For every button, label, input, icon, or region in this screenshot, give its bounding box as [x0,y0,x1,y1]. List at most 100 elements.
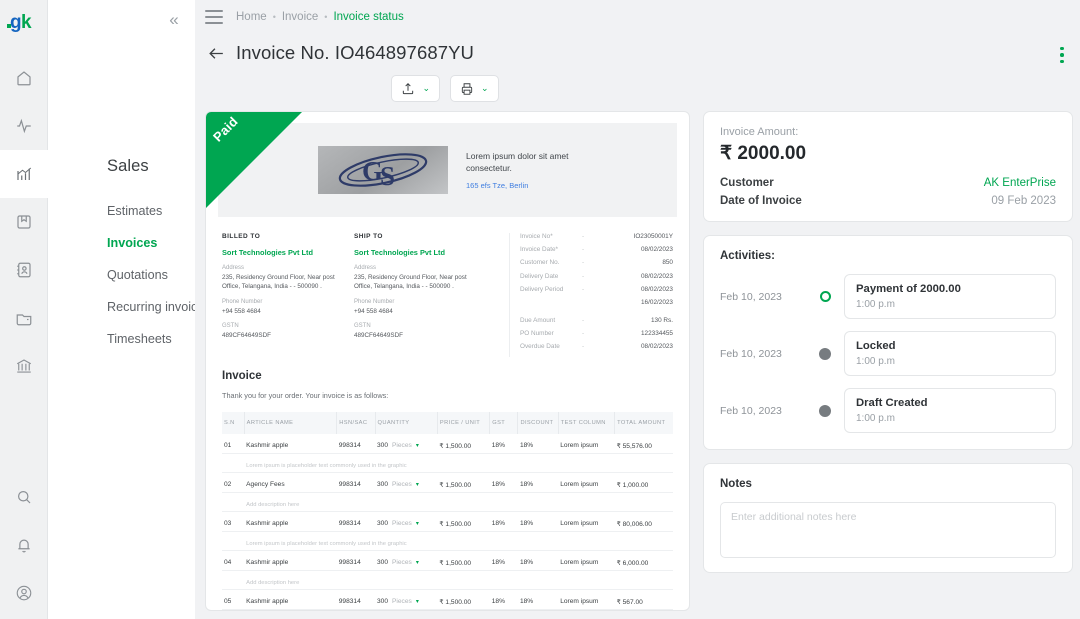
document-toolbar: ⌄ ⌄ [195,75,1080,102]
invoice-amount-label: Invoice Amount: [720,126,799,138]
sidebar-collapse-icon[interactable]: « [161,6,187,32]
meta-row: Invoice Date* - 08/02/2023 [520,246,673,253]
cell-spacer [222,531,245,551]
cell-test: Lorem ipsum [558,472,615,493]
col-discount: DISCOUNT [517,411,559,434]
cell-discount: 18% [517,433,559,454]
quantity-unit: Pieces [392,558,412,566]
meta-row: Delivery Period - 08/02/2023 [520,286,673,293]
meta-row: Invoice No* - IO23050001Y [520,233,673,240]
meta-value: 850 [662,259,673,267]
notes-input[interactable]: Enter additional notes here [720,502,1056,558]
bank-icon[interactable] [0,342,48,390]
activity-title: Draft Created [856,397,928,409]
quantity-value: 300 [377,480,389,488]
billed-to-company: Sort Technologies Pvt Ltd [222,248,314,257]
meta-key: PO Number [520,330,554,338]
cell-discount: 18% [517,472,559,493]
ship-to-block: SHIP TO Sort Technologies Pvt Ltd Addres… [354,233,486,348]
address-row: BILLED TO Sort Technologies Pvt Ltd Addr… [222,233,673,357]
expenses-icon[interactable] [0,294,48,342]
chevron-down-icon: ▾ [415,598,419,605]
table-row: 01 Kashmir apple 998314 300 Pieces ▾ ₹ 1,500.0… [222,433,673,454]
activity-date: Feb 10, 2023 [720,290,782,303]
meta-dash: - [582,246,585,254]
quantity-unit: Pieces [392,519,412,527]
meta-value: 16/02/2023 [641,298,673,306]
icon-rail: g k [0,0,48,619]
back-arrow-icon[interactable] [205,42,227,64]
analytics-icon[interactable] [0,150,48,198]
meta-key: Invoice No* [520,233,553,240]
ship-to-phone-label: Phone Number [354,298,395,305]
main-area: Home • Invoice • Invoice status Invoice … [195,0,1080,619]
billed-to-block: BILLED TO Sort Technologies Pvt Ltd Addr… [222,233,354,348]
activity-detail-box[interactable]: Draft Created 1:00 p.m [844,388,1056,433]
breadcrumb-home[interactable]: Home [236,11,267,23]
cell-quantity[interactable]: 300 Pieces ▾ [375,511,438,532]
company-address-link[interactable]: 165 efs Tze, Berlin [466,181,601,190]
notes-heading: Notes [720,478,752,490]
cell-quantity[interactable]: 300 Pieces ▾ [375,433,438,454]
cell-total: ₹ 80,006.00 [614,511,673,532]
bell-icon[interactable] [0,521,48,569]
chevron-down-icon[interactable]: ⌄ [422,84,430,93]
billed-to-address: 235, Residency Ground Floor, Near post O… [222,274,335,291]
meta-key: Overdue Date [520,343,560,351]
cell-description: Add description here [244,609,673,610]
inventory-icon[interactable] [0,198,48,246]
cell-quantity[interactable]: 300 Pieces ▾ [375,472,438,493]
activity-detail-box[interactable]: Locked 1:00 p.m [844,331,1056,376]
activity-icon[interactable] [0,102,48,150]
billed-to-address-label: Address [222,265,245,271]
sidebar-section-title: Sales [107,157,149,175]
cell-discount: 18% [517,511,559,532]
cell-spacer [222,453,245,473]
search-icon[interactable] [0,473,48,521]
content-columns: Paid G S Lorem ipsum dolor sit amet cons… [195,102,1080,611]
activity-detail-box[interactable]: Payment of 2000.00 1:00 p.m [844,274,1056,319]
meta-value: IO23050001Y [633,233,673,240]
cell-sn: 01 [222,433,245,454]
app-logo[interactable]: g k [6,8,41,34]
billed-to-phone: +94 558 4684 [222,307,261,315]
share-button[interactable]: ⌄ [391,75,440,102]
breadcrumb-invoice[interactable]: Invoice [282,11,318,23]
cell-description: Lorem ipsum is placeholder text commonly… [244,453,673,473]
hamburger-icon[interactable] [205,10,223,24]
meta-value: 08/02/2023 [641,246,673,254]
cell-quantity[interactable]: 300 Pieces ▾ [375,550,438,571]
cell-total: ₹ 567.00 [614,589,673,610]
cell-sn: 02 [222,472,245,493]
ship-to-address-label: Address [354,265,377,271]
avatar-icon[interactable] [0,569,48,617]
cell-quantity[interactable]: 300 Pieces ▾ [375,589,438,610]
print-button[interactable]: ⌄ [450,75,499,102]
meta-dash: - [582,233,585,240]
date-of-invoice-row: Date of Invoice 09 Feb 2023 [720,195,1056,207]
chevron-down-icon[interactable]: ⌄ [481,84,489,93]
details-column: Invoice Amount: ₹ 2000.00 Customer AK En… [703,111,1073,611]
notes-card: Notes Enter additional notes here [703,463,1073,573]
activity-title: Locked [856,340,896,352]
ship-to-address: 235, Residency Ground Floor, Near post O… [354,274,467,291]
cell-test: Lorem ipsum [558,511,615,532]
meta-key: Due Amount [520,316,556,324]
customer-value[interactable]: AK EnterPrise [984,177,1056,189]
col-quantity: QUANTITY [375,411,438,434]
more-options-menu-icon[interactable] [1051,42,1073,68]
cell-sn: 04 [222,550,245,571]
cell-gst: 18% [489,511,518,532]
cell-price: ₹ 1,500.00 [437,511,490,532]
ship-to-heading: SHIP TO [354,233,383,240]
contacts-icon[interactable] [0,246,48,294]
svg-text:S: S [380,161,395,191]
meta-row: 16/02/2023 [520,299,673,306]
activity-time: 1:00 p.m [856,299,895,310]
activity-date: Feb 10, 2023 [720,347,782,360]
table-row-description: Add description here [222,492,673,512]
activity-time: 1:00 p.m [856,413,895,424]
cell-article: Kashmir apple [244,511,337,532]
cell-hsn: 998314 [336,550,375,571]
home-icon[interactable] [0,54,48,102]
